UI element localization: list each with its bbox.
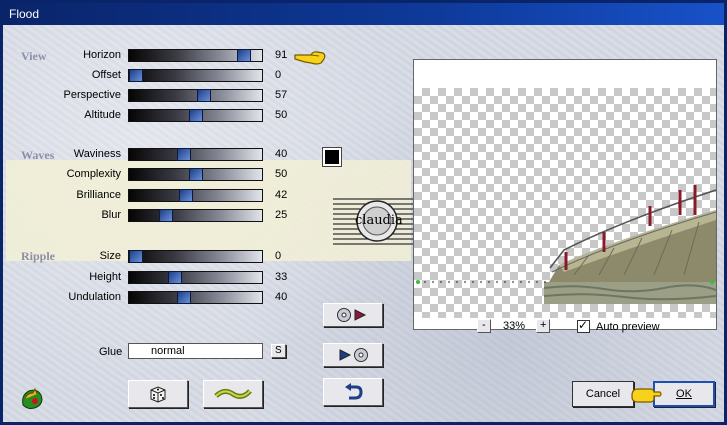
ok-label: OK <box>676 388 692 400</box>
altitude-slider[interactable] <box>128 109 263 122</box>
plugin-logo-icon[interactable] <box>17 385 45 413</box>
perspective-slider-thumb[interactable] <box>197 89 211 102</box>
offset-label: Offset <box>91 69 121 81</box>
complexity-slider[interactable] <box>128 168 263 181</box>
glue-options-button[interactable]: S <box>271 344 286 358</box>
horizon-value: 91 <box>275 49 288 61</box>
blur-slider-thumb[interactable] <box>159 209 173 222</box>
brilliance-label: Brilliance <box>76 189 121 201</box>
perspective-value: 57 <box>275 89 288 101</box>
zoom-out-button[interactable]: - <box>477 319 491 333</box>
cancel-label: Cancel <box>585 388 621 400</box>
watermark-text: claudia <box>355 213 403 228</box>
blur-label: Blur <box>101 209 121 221</box>
waviness-slider[interactable] <box>128 148 263 161</box>
waviness-label: Waviness <box>73 148 121 160</box>
complexity-label: Complexity <box>66 168 121 180</box>
arrow-disc-icon <box>324 344 382 366</box>
altitude-label: Altitude <box>84 109 121 121</box>
undulation-value: 40 <box>275 291 288 303</box>
waviness-value: 40 <box>275 148 288 160</box>
wave-icon <box>204 381 262 407</box>
complexity-slider-thumb[interactable] <box>189 168 203 181</box>
zoom-in-button[interactable]: + <box>536 319 550 333</box>
zoom-in-label: + <box>540 319 547 331</box>
blur-value: 25 <box>275 209 288 221</box>
altitude-value: 50 <box>275 109 288 121</box>
dice-icon <box>129 381 187 407</box>
image-to-preview-button[interactable] <box>323 343 383 367</box>
undo-icon <box>324 379 382 405</box>
perspective-slider[interactable] <box>128 89 263 102</box>
glue-select[interactable]: normal <box>128 343 263 359</box>
brilliance-value: 42 <box>275 189 288 201</box>
height-slider-thumb[interactable] <box>168 271 182 284</box>
brilliance-slider-thumb[interactable] <box>179 189 193 202</box>
flood-preview-image <box>416 185 716 304</box>
flood-dialog: Flood View Waves Ripple Horizon 91 Offse… <box>0 0 727 425</box>
title-bar: Flood <box>3 3 724 25</box>
color-fill <box>325 150 339 164</box>
horizon-label: Horizon <box>83 49 121 61</box>
auto-preview-label: Auto preview <box>596 321 660 333</box>
perspective-label: Perspective <box>63 89 121 101</box>
ok-button[interactable]: OK <box>653 381 715 407</box>
checkmark-icon: ✓ <box>578 318 589 332</box>
blur-slider[interactable] <box>128 209 263 222</box>
height-value: 33 <box>275 271 288 283</box>
size-slider-thumb[interactable] <box>129 250 143 263</box>
preview-panel[interactable] <box>413 59 717 330</box>
glue-label: Glue <box>99 346 123 358</box>
randomize-button[interactable] <box>128 380 188 408</box>
size-label: Size <box>99 250 121 262</box>
window-title: Flood <box>9 7 40 21</box>
glue-value: normal <box>151 345 185 357</box>
offset-slider-thumb[interactable] <box>129 69 143 82</box>
reset-button[interactable] <box>203 380 263 408</box>
undulation-slider-thumb[interactable] <box>177 291 191 304</box>
brilliance-slider[interactable] <box>128 189 263 202</box>
undulation-label: Undulation <box>68 291 121 303</box>
disc-arrow-icon <box>324 304 382 326</box>
dialog-body: View Waves Ripple Horizon 91 Offset 0 Pe… <box>3 25 724 422</box>
pointing-hand-ok-icon <box>630 385 662 408</box>
offset-value: 0 <box>275 69 282 81</box>
cancel-button[interactable]: Cancel <box>572 381 634 407</box>
zoom-level: 33% <box>503 320 526 332</box>
size-slider[interactable] <box>128 250 263 263</box>
undulation-slider[interactable] <box>128 291 263 304</box>
horizon-slider[interactable] <box>128 49 263 62</box>
horizon-slider-thumb[interactable] <box>237 49 251 62</box>
preview-to-image-button[interactable] <box>323 303 383 327</box>
pointing-hand-icon <box>293 47 327 70</box>
glue-options-label: S <box>275 345 282 356</box>
height-label: Height <box>89 271 121 283</box>
offset-slider[interactable] <box>128 69 263 82</box>
altitude-slider-thumb[interactable] <box>189 109 203 122</box>
zoom-out-label: - <box>482 319 486 331</box>
auto-preview-checkbox[interactable]: ✓ <box>577 318 590 333</box>
complexity-value: 50 <box>275 168 288 180</box>
waviness-slider-thumb[interactable] <box>177 148 191 161</box>
size-value: 0 <box>275 250 282 262</box>
undo-button[interactable] <box>323 378 383 406</box>
wave-color-swatch[interactable] <box>322 147 342 167</box>
height-slider[interactable] <box>128 271 263 284</box>
